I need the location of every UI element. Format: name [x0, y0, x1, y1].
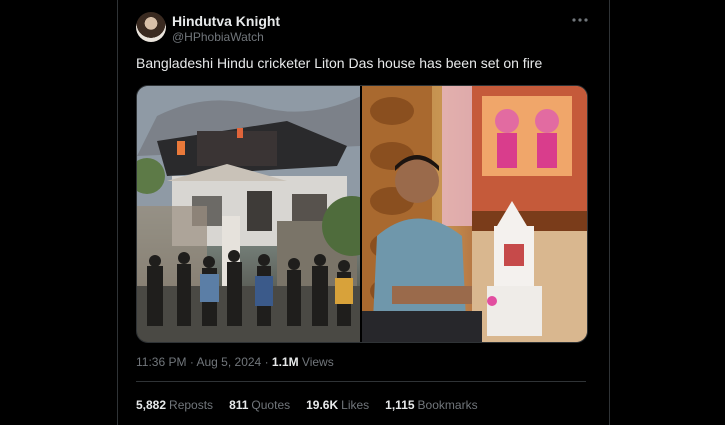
bookmarks-label: Bookmarks: [417, 398, 478, 412]
tweet-media[interactable]: [136, 85, 588, 343]
views-count: 1.1M: [271, 355, 299, 369]
stat-quotes[interactable]: 811 Quotes: [229, 398, 290, 412]
avatar[interactable]: [136, 12, 166, 42]
author-display-name[interactable]: Hindutva Knight: [172, 13, 280, 29]
more-icon[interactable]: [570, 10, 590, 26]
reposts-count: 5,882: [136, 398, 167, 412]
quotes-count: 811: [229, 398, 249, 412]
likes-label: Likes: [341, 398, 370, 412]
stat-bookmarks[interactable]: 1,115 Bookmarks: [385, 398, 477, 412]
timestamp-date[interactable]: Aug 5, 2024: [197, 355, 262, 369]
quotes-label: Quotes: [251, 398, 291, 412]
temple-portrait-photo[interactable]: [362, 86, 587, 342]
bookmarks-count: 1,115: [385, 398, 415, 412]
author-handle[interactable]: @HPhobiaWatch: [172, 30, 264, 44]
stat-likes[interactable]: 19.6K Likes: [306, 398, 369, 412]
tweet-meta: 11:36 PM · Aug 5, 2024 · 1.1M Views: [136, 355, 334, 369]
views-label: Views: [298, 355, 334, 369]
timestamp-time[interactable]: 11:36 PM: [136, 355, 186, 369]
reposts-label: Reposts: [169, 398, 214, 412]
tweet-text: Bangladeshi Hindu cricketer Liton Das ho…: [136, 55, 543, 71]
meta-separator: ·: [261, 355, 272, 369]
likes-count: 19.6K: [306, 398, 339, 412]
engagement-stats: 5,882 Reposts 811 Quotes 19.6K Likes 1,115 B…: [136, 398, 478, 412]
stat-reposts[interactable]: 5,882 Reposts: [136, 398, 213, 412]
divider: [136, 381, 586, 382]
meta-separator: ·: [186, 355, 197, 369]
house-fire-photo[interactable]: [137, 86, 360, 342]
